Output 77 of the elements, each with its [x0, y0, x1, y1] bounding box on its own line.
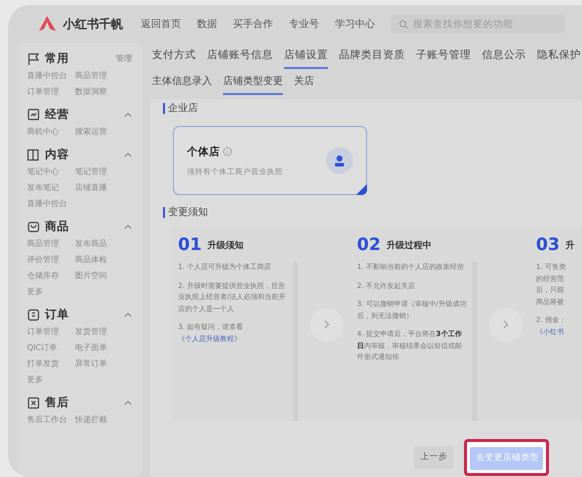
- subtab[interactable]: 主体信息录入: [152, 74, 212, 95]
- sidebar-item[interactable]: 发布笔记: [27, 182, 75, 193]
- sidebar-item[interactable]: 异常订单: [75, 358, 123, 369]
- sidebar-item[interactable]: 打单发货: [27, 358, 75, 369]
- chart-icon: [27, 108, 40, 122]
- step-number: 01: [178, 235, 202, 255]
- logo-icon: [38, 15, 57, 33]
- sidebar-item[interactable]: 数据洞察: [75, 86, 123, 97]
- sidebar-item[interactable]: 发布商品: [75, 238, 123, 249]
- chevron-icon[interactable]: [124, 224, 132, 229]
- sidebar-section-title[interactable]: 经营: [45, 107, 119, 122]
- sidebar-item[interactable]: 笔记中心: [27, 166, 75, 177]
- sidebar-item[interactable]: 商品体检: [75, 254, 123, 265]
- section-title: 变更须知: [163, 207, 582, 218]
- change-store-type-button[interactable]: 去变更店铺类型: [470, 446, 543, 470]
- sidebar-section-title[interactable]: 内容: [45, 147, 119, 162]
- chevron-icon[interactable]: [124, 312, 132, 317]
- manage-link[interactable]: 管理: [116, 53, 132, 64]
- sidebar-item[interactable]: QIC订单: [27, 342, 75, 353]
- tab[interactable]: 隐私保护: [537, 48, 581, 69]
- sidebar-section-title[interactable]: 商品: [45, 219, 119, 234]
- sidebar-item[interactable]: 直播中控台: [27, 198, 75, 209]
- sidebar-item[interactable]: 直播中控台: [27, 70, 75, 81]
- nav-link[interactable]: 买手合作: [233, 17, 273, 31]
- back-button[interactable]: 上一步: [414, 446, 454, 469]
- step-title: 升级须知: [208, 239, 244, 252]
- box-icon: [27, 396, 40, 410]
- step-number: 02: [357, 235, 381, 255]
- search-icon: [399, 20, 408, 29]
- sidebar-section-title[interactable]: 订单: [45, 307, 119, 322]
- card-title: 个体店: [187, 144, 220, 158]
- step-title: 升级过程中: [386, 239, 432, 252]
- tab[interactable]: 信息公示: [482, 48, 526, 69]
- check-corner-icon: [356, 184, 367, 195]
- tab[interactable]: 店铺账号信息: [207, 48, 273, 69]
- sidebar-item[interactable]: 更多: [27, 374, 75, 385]
- sidebar-item[interactable]: 仓储库存: [27, 270, 75, 281]
- nav-link[interactable]: 学习中心: [335, 17, 375, 31]
- nav-link[interactable]: 数据: [197, 17, 217, 31]
- sidebar-item[interactable]: 售后工作台: [27, 414, 75, 425]
- subtab[interactable]: 关店: [294, 74, 314, 95]
- sidebar-item[interactable]: 评价管理: [27, 254, 75, 265]
- book-icon: [27, 148, 40, 162]
- nav-link[interactable]: 返回首页: [141, 17, 181, 31]
- step-title: 升: [566, 239, 575, 252]
- tab[interactable]: 支付方式: [152, 48, 196, 69]
- avatar-icon: [326, 147, 353, 174]
- info-icon[interactable]: [223, 147, 232, 156]
- sidebar-item[interactable]: 搜索运营: [75, 126, 123, 137]
- subtab[interactable]: 店铺类型变更: [223, 74, 283, 95]
- brand-name: 小红书千帆: [63, 16, 123, 32]
- sidebar-item[interactable]: 订单管理: [27, 86, 75, 97]
- chevron-icon[interactable]: [124, 112, 132, 117]
- clipboard-icon: [27, 308, 40, 322]
- sidebar-section-title[interactable]: 常用: [45, 51, 111, 66]
- sidebar-item[interactable]: 快递拦截: [75, 414, 123, 425]
- chevron-icon[interactable]: [124, 400, 132, 405]
- tab[interactable]: 品牌类目资质: [339, 48, 405, 69]
- nav-link[interactable]: 专业号: [289, 17, 319, 31]
- tab[interactable]: 店铺设置: [284, 48, 328, 69]
- sidebar-item[interactable]: 图片空间: [75, 270, 123, 281]
- bag-icon: [27, 220, 40, 234]
- sidebar-item[interactable]: 发货管理: [75, 326, 123, 337]
- sidebar-item[interactable]: 商品管理: [75, 70, 123, 81]
- sidebar-section-title[interactable]: 售后: [45, 395, 119, 410]
- tab[interactable]: 子账号管理: [416, 48, 471, 69]
- sidebar-item[interactable]: 更多: [27, 286, 75, 297]
- flag-icon: [27, 52, 40, 66]
- chevron-icon[interactable]: [124, 152, 132, 157]
- sidebar-item[interactable]: 商机中心: [27, 126, 75, 137]
- step-number: 03: [536, 235, 560, 255]
- sidebar-item[interactable]: 店铺直播: [75, 182, 123, 193]
- sidebar-item[interactable]: 笔记管理: [75, 166, 123, 177]
- section-title: 企业店: [163, 103, 582, 114]
- sidebar-item[interactable]: 商品管理: [27, 238, 75, 249]
- sidebar-item[interactable]: 电子面单: [75, 342, 123, 353]
- sidebar-item[interactable]: 订单管理: [27, 326, 75, 337]
